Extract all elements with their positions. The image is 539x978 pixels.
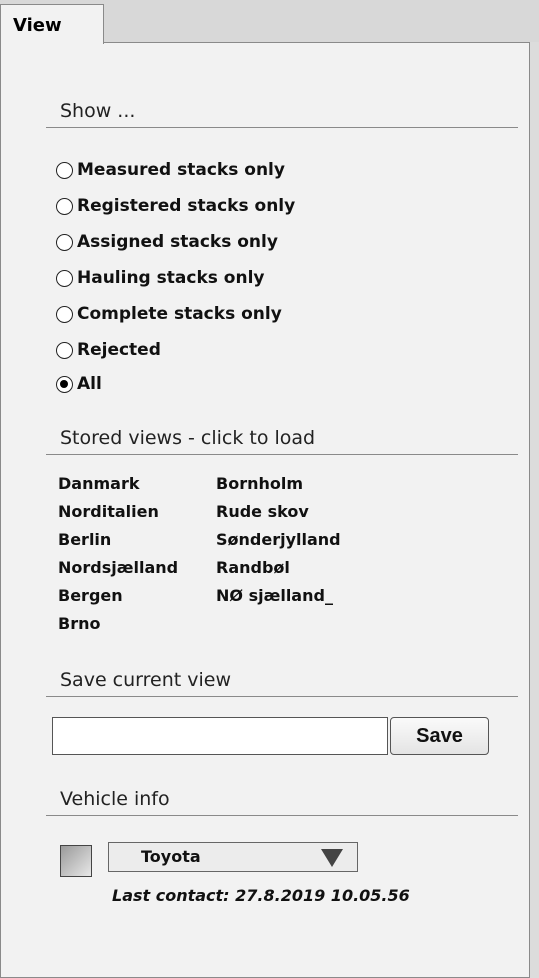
stored-view-link[interactable]: Nordsjælland: [58, 558, 178, 577]
radio-label: All: [77, 374, 102, 394]
stored-view-link[interactable]: Bornholm: [216, 474, 303, 493]
radio-button[interactable]: [56, 269, 73, 287]
stored-view-link[interactable]: Rude skov: [216, 502, 309, 521]
radio-button[interactable]: [56, 197, 73, 215]
panel-shadow: [530, 42, 539, 978]
radio-button[interactable]: [56, 233, 73, 251]
radio-button-selected[interactable]: [56, 375, 73, 393]
radio-label: Registered stacks only: [77, 196, 296, 216]
last-contact-text: Last contact: 27.8.2019 10.05.56: [112, 886, 410, 905]
dropdown-arrow-icon: [321, 849, 343, 867]
stored-view-link[interactable]: NØ sjælland_: [216, 586, 333, 605]
save-view-header: Save current view: [46, 669, 518, 697]
radio-hauling[interactable]: Hauling stacks only: [56, 263, 264, 293]
radio-label: Hauling stacks only: [77, 268, 265, 288]
radio-label: Rejected: [77, 340, 161, 360]
save-button[interactable]: Save: [390, 717, 489, 755]
radio-button[interactable]: [56, 341, 73, 359]
radio-complete[interactable]: Complete stacks only: [56, 299, 282, 329]
stored-view-link[interactable]: Norditalien: [58, 502, 159, 521]
vehicle-dropdown[interactable]: Toyota: [108, 842, 358, 872]
vehicle-dropdown-value: Toyota: [141, 847, 201, 866]
view-name-input[interactable]: [52, 717, 388, 755]
radio-assigned[interactable]: Assigned stacks only: [56, 227, 278, 257]
stored-view-link[interactable]: Danmark: [58, 474, 139, 493]
radio-label: Assigned stacks only: [77, 232, 278, 252]
radio-label: Complete stacks only: [77, 304, 282, 324]
radio-rejected[interactable]: Rejected: [56, 335, 161, 365]
radio-registered[interactable]: Registered stacks only: [56, 191, 295, 221]
stored-view-link[interactable]: Brno: [58, 614, 100, 633]
radio-button[interactable]: [56, 161, 73, 179]
show-section-header: Show ...: [46, 100, 518, 128]
radio-measured[interactable]: Measured stacks only: [56, 155, 285, 185]
radio-label: Measured stacks only: [77, 160, 285, 180]
tab-view[interactable]: View: [0, 4, 104, 44]
radio-button[interactable]: [56, 305, 73, 323]
vehicle-info-header: Vehicle info: [46, 788, 518, 816]
stored-views-header: Stored views - click to load: [46, 427, 518, 455]
vehicle-color-checkbox[interactable]: [60, 845, 92, 877]
stored-view-link[interactable]: Bergen: [58, 586, 123, 605]
radio-all[interactable]: All: [56, 369, 102, 399]
stored-view-link[interactable]: Sønderjylland: [216, 530, 341, 549]
stored-view-link[interactable]: Randbøl: [216, 558, 290, 577]
stored-view-link[interactable]: Berlin: [58, 530, 111, 549]
